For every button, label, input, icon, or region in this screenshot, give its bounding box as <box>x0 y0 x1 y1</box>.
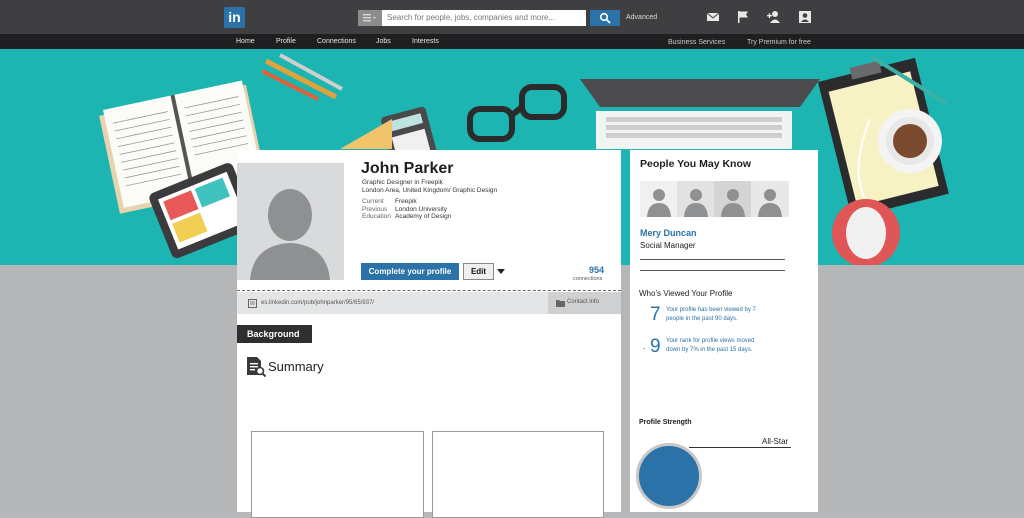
profile-name: John Parker <box>361 160 454 177</box>
stat-rank-text-2: down by 7% in the past 15 days. <box>666 347 753 353</box>
stat-rank-text-1: Your rank for profile views moved <box>666 338 755 344</box>
detail-value-previous: London University <box>395 206 448 213</box>
search-icon <box>599 12 611 24</box>
list-icon <box>363 14 376 22</box>
link-icon <box>248 299 257 308</box>
profile-strength-level: All-Star <box>762 437 789 446</box>
person-thumbnail[interactable] <box>751 181 789 217</box>
folder-icon <box>556 300 565 307</box>
search-input[interactable]: Search for people, jobs, companies and m… <box>382 10 586 26</box>
edit-button[interactable]: Edit <box>463 263 494 280</box>
profile-strength-title: Profile Strength <box>639 419 692 426</box>
background-tab[interactable]: Background <box>237 325 312 343</box>
search-placeholder: Search for people, jobs, companies and m… <box>387 13 556 22</box>
suggested-person-title: Social Manager <box>640 241 696 250</box>
person-icon <box>647 189 671 217</box>
complete-profile-button[interactable]: Complete your profile <box>361 263 459 280</box>
search-button[interactable] <box>590 10 620 26</box>
edit-dropdown-icon[interactable] <box>496 268 506 275</box>
connections-count[interactable]: 954 <box>589 265 604 275</box>
people-thumbnails <box>640 181 789 217</box>
detail-label-previous: Previous <box>362 206 388 213</box>
flag-icon[interactable] <box>736 10 750 24</box>
person-thumbnail[interactable] <box>677 181 714 217</box>
detail-value-education: Academy of Design <box>395 213 452 220</box>
person-icon <box>758 189 782 217</box>
contact-info-button[interactable]: Contact info <box>548 292 621 314</box>
contact-info-label: Contact info <box>567 299 600 305</box>
stat-rank-number: 9 <box>650 336 661 357</box>
wvyp-title: Who's Viewed Your Profile <box>639 289 733 298</box>
profile-strength-line <box>689 447 791 448</box>
url-divider <box>237 290 621 291</box>
advanced-search-link[interactable]: Advanced <box>626 14 657 21</box>
business-services-link[interactable]: Business Services <box>668 39 725 46</box>
nav-profile[interactable]: Profile <box>276 38 296 45</box>
messages-icon[interactable] <box>706 10 720 24</box>
profile-location: London Area, United Kingdom/ Graphic Des… <box>362 187 498 194</box>
divider <box>640 259 785 260</box>
person-icon <box>721 189 745 217</box>
public-profile-url[interactable]: es.linkedin.com/pub/johnparker/95/65/937… <box>261 300 374 306</box>
avatar-placeholder-icon <box>250 189 330 280</box>
stat-views-number: 7 <box>650 304 661 325</box>
person-thumbnail[interactable] <box>640 181 677 217</box>
nav-interests[interactable]: Interests <box>412 38 439 45</box>
profile-headline: Graphic Designer in Freepik <box>362 179 443 186</box>
profile-strength-meter <box>636 443 702 509</box>
stat-views-text-1: Your profile has been viewed by 7 <box>666 307 756 313</box>
document-search-icon <box>247 357 266 377</box>
person-icon <box>684 189 708 217</box>
person-thumbnail[interactable] <box>714 181 751 217</box>
divider <box>640 270 785 271</box>
profile-photo[interactable] <box>237 163 344 280</box>
account-icon[interactable] <box>798 10 812 24</box>
nav-connections[interactable]: Connections <box>317 38 356 45</box>
nav-home[interactable]: Home <box>236 38 255 45</box>
try-premium-link[interactable]: Try Premium for free <box>747 39 811 46</box>
pymk-title: People You May Know <box>640 158 752 170</box>
summary-heading: Summary <box>268 359 324 374</box>
stat-rank-down-indicator: - <box>643 344 646 353</box>
detail-label-current: Current <box>362 198 384 205</box>
summary-box-left <box>251 431 424 518</box>
linkedin-logo[interactable]: in <box>224 7 245 28</box>
nav-bar <box>0 34 1024 49</box>
detail-label-education: Education <box>362 213 391 220</box>
nav-jobs[interactable]: Jobs <box>376 38 391 45</box>
detail-value-current: Freepik <box>395 198 417 205</box>
connections-label: connections <box>573 276 603 282</box>
suggested-person-name[interactable]: Mery Duncan <box>640 228 697 238</box>
summary-box-right <box>432 431 604 518</box>
stat-views-text-2: people in the past 90 days. <box>666 316 738 322</box>
add-connection-icon[interactable] <box>767 10 781 24</box>
search-category-dropdown[interactable] <box>358 10 382 26</box>
